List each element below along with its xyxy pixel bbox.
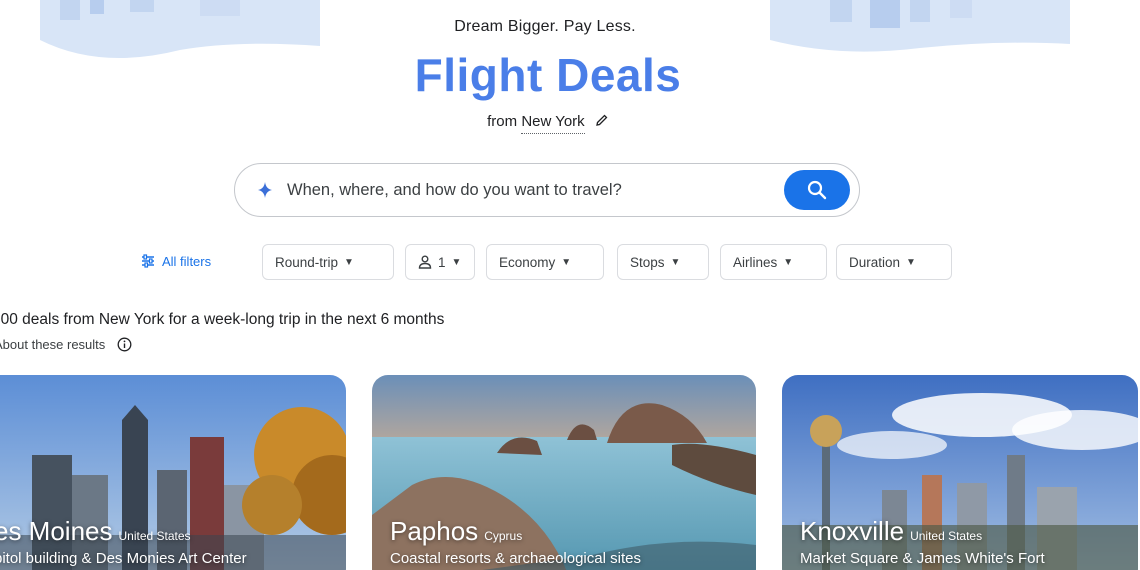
- origin-line: from New York: [0, 113, 1096, 134]
- caret-down-icon: ▼: [344, 256, 354, 268]
- card-title: Paphos Cyprus: [390, 516, 522, 547]
- destination-country: Cyprus: [484, 529, 523, 543]
- destination-card[interactable]: Paphos Cyprus Coastal resorts & archaeolo…: [372, 375, 756, 570]
- person-icon: [418, 255, 432, 269]
- destination-country: United States: [118, 529, 191, 543]
- destination-country: United States: [910, 529, 983, 543]
- passengers-value: 1: [438, 254, 446, 270]
- duration-dropdown[interactable]: Duration ▼: [836, 244, 952, 280]
- stops-label: Stops: [630, 254, 665, 270]
- sparkle-icon: [257, 179, 273, 206]
- about-results-label: About these results: [0, 337, 106, 352]
- airlines-dropdown[interactable]: Airlines ▼: [720, 244, 827, 280]
- search-button[interactable]: [784, 170, 850, 210]
- pencil-icon[interactable]: [595, 113, 609, 131]
- caret-down-icon: ▼: [906, 256, 916, 268]
- search-bar[interactable]: [234, 163, 860, 217]
- info-icon[interactable]: [117, 337, 132, 352]
- duration-label: Duration: [849, 254, 901, 270]
- origin-prefix: from: [487, 113, 518, 130]
- hero-tagline: Dream Bigger. Pay Less.: [454, 18, 636, 35]
- page-title: Flight Deals: [414, 49, 682, 101]
- trip-type-value: Round-trip: [275, 254, 339, 270]
- search-icon: [807, 180, 827, 200]
- passengers-dropdown[interactable]: 1 ▼: [405, 244, 475, 280]
- card-title: Knoxville United States: [800, 516, 982, 547]
- card-title: es Moines United States: [0, 516, 191, 547]
- results-heading: 200 deals from New York for a week-long …: [0, 311, 445, 328]
- caret-down-icon: ▼: [783, 256, 794, 268]
- destination-city: es Moines: [0, 516, 113, 546]
- about-results[interactable]: About these results: [0, 337, 132, 352]
- trip-type-dropdown[interactable]: Round-trip ▼: [262, 244, 394, 280]
- destination-city: Knoxville: [800, 516, 905, 546]
- caret-down-icon: ▼: [670, 256, 681, 268]
- cabin-class-value: Economy: [499, 254, 556, 270]
- filter-sliders-icon: [142, 254, 154, 268]
- destination-card[interactable]: es Moines United States pitol building & …: [0, 375, 346, 570]
- destination-subtitle: Market Square & James White's Fort: [800, 550, 1045, 567]
- airlines-label: Airlines: [733, 254, 778, 270]
- destination-subtitle: Coastal resorts & archaeological sites: [390, 550, 641, 567]
- origin-city-selector[interactable]: New York: [521, 113, 585, 134]
- stops-dropdown[interactable]: Stops ▼: [617, 244, 709, 280]
- all-filters-button[interactable]: All filters: [140, 253, 211, 269]
- destination-card[interactable]: Knoxville United States Market Square & J…: [782, 375, 1138, 570]
- destination-subtitle: pitol building & Des Monies Art Center: [0, 550, 247, 567]
- destination-city: Paphos: [390, 516, 479, 546]
- all-filters-label: All filters: [162, 253, 212, 269]
- filter-bar: All filters Round-trip ▼ 1 ▼ Economy ▼ S…: [0, 244, 1140, 280]
- search-input[interactable]: [287, 164, 767, 216]
- cabin-class-dropdown[interactable]: Economy ▼: [486, 244, 604, 280]
- caret-down-icon: ▼: [561, 256, 572, 268]
- caret-down-icon: ▼: [451, 256, 462, 268]
